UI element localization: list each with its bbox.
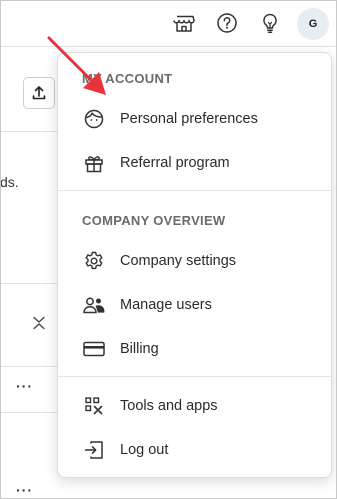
annotation-arrow-icon	[47, 36, 106, 95]
